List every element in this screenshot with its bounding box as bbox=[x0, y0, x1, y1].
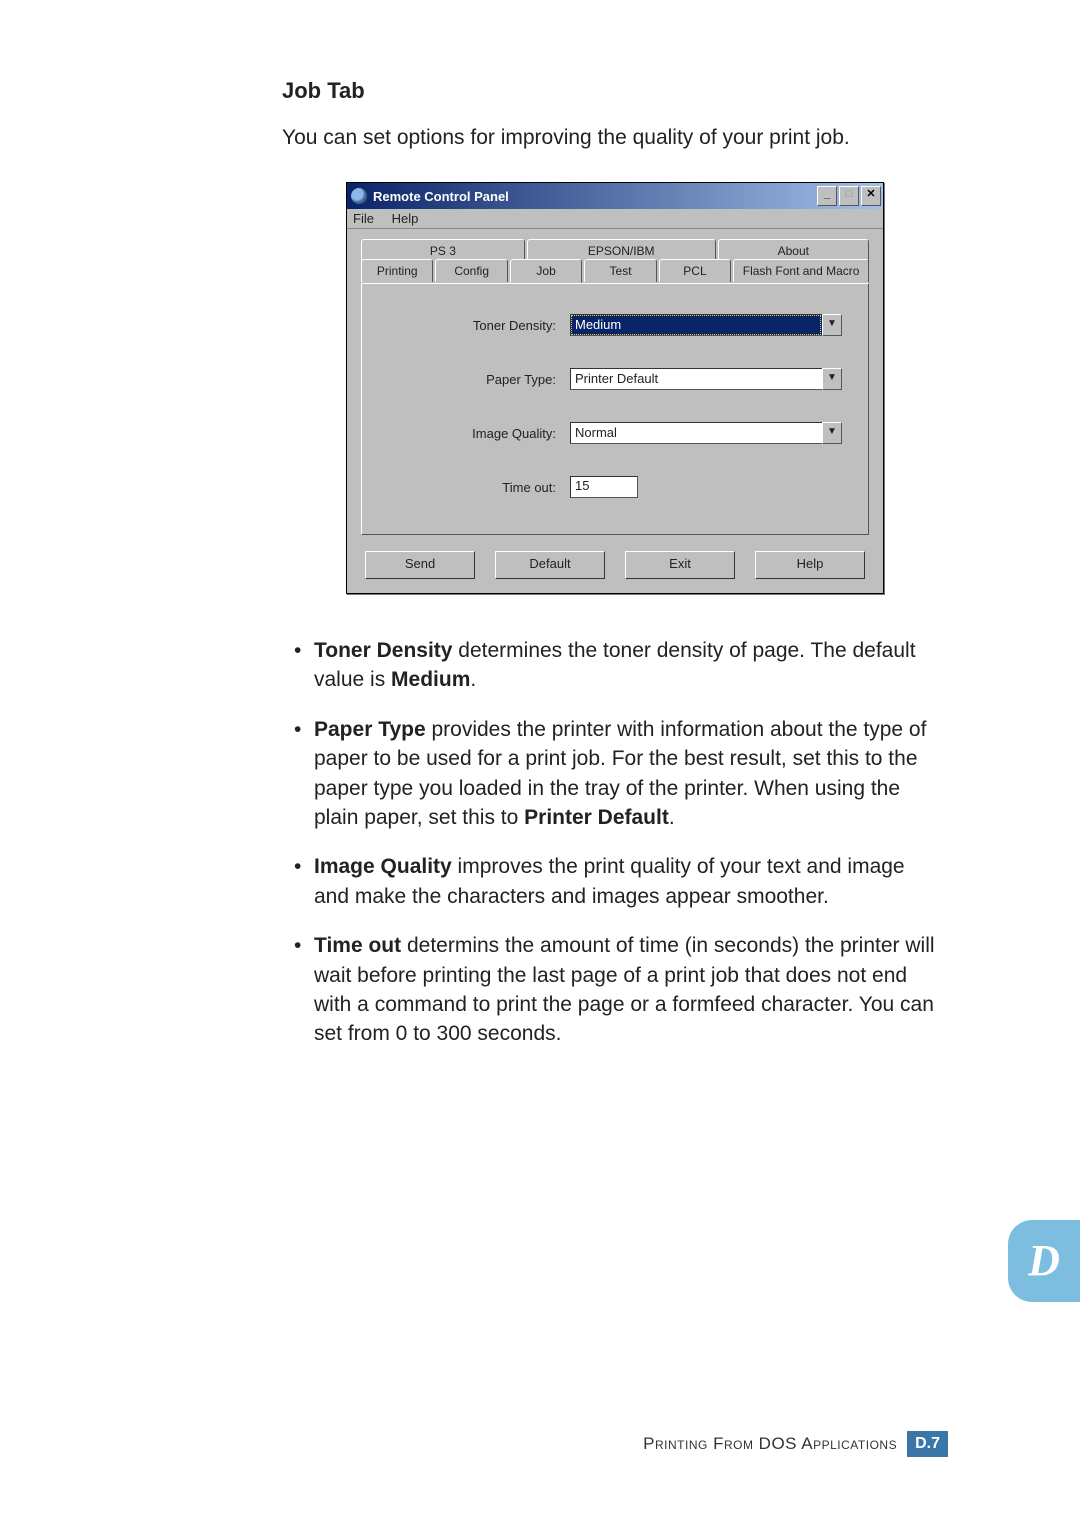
tab-pcl[interactable]: PCL bbox=[659, 259, 731, 282]
bullet-term: Medium bbox=[391, 668, 470, 691]
bullet-term: Time out bbox=[314, 934, 401, 957]
list-item: Paper Type provides the printer with inf… bbox=[300, 715, 942, 833]
default-button[interactable]: Default bbox=[495, 551, 605, 579]
bullet-term: Printer Default bbox=[524, 806, 669, 829]
bullet-list: Toner Density determines the toner densi… bbox=[282, 636, 942, 1049]
bullet-term: Paper Type bbox=[314, 718, 426, 741]
chevron-down-icon[interactable]: ▼ bbox=[822, 368, 842, 390]
bullet-text: . bbox=[470, 668, 476, 691]
tab-printing[interactable]: Printing bbox=[361, 259, 433, 282]
list-item: Image Quality improves the print quality… bbox=[300, 852, 942, 911]
image-quality-label: Image Quality: bbox=[388, 426, 570, 441]
image-quality-combo[interactable]: Normal ▼ bbox=[570, 422, 842, 444]
time-out-input[interactable]: 15 bbox=[570, 476, 638, 498]
send-button[interactable]: Send bbox=[365, 551, 475, 579]
minimize-button[interactable]: _ bbox=[817, 186, 837, 206]
toner-density-label: Toner Density: bbox=[388, 318, 570, 333]
paper-type-value: Printer Default bbox=[570, 368, 822, 390]
footer-text: Printing From DOS Applications bbox=[643, 1434, 897, 1454]
menu-bar: File Help bbox=[347, 209, 883, 229]
window-titlebar: Remote Control Panel _ □ ✕ bbox=[347, 183, 883, 209]
image-quality-value: Normal bbox=[570, 422, 822, 444]
intro-text: You can set options for improving the qu… bbox=[282, 126, 942, 150]
chevron-down-icon[interactable]: ▼ bbox=[822, 422, 842, 444]
tab-flash-font-macro[interactable]: Flash Font and Macro bbox=[733, 259, 869, 282]
bullet-text: determins the amount of time (in seconds… bbox=[314, 934, 935, 1045]
page-footer: Printing From DOS Applications D.7 bbox=[643, 1431, 948, 1457]
remote-control-panel-window: Remote Control Panel _ □ ✕ File Help PS … bbox=[346, 182, 884, 594]
bullet-term: Image Quality bbox=[314, 855, 452, 878]
tab-job[interactable]: Job bbox=[510, 259, 582, 283]
appendix-badge: D bbox=[1008, 1220, 1080, 1302]
tab-strip: PS 3 EPSON/IBM About Printing Config Job… bbox=[361, 239, 869, 283]
window-title: Remote Control Panel bbox=[373, 189, 815, 204]
chevron-down-icon[interactable]: ▼ bbox=[822, 314, 842, 336]
time-out-label: Time out: bbox=[388, 480, 570, 495]
page-number-box: D.7 bbox=[907, 1431, 948, 1457]
tab-test[interactable]: Test bbox=[584, 259, 656, 282]
section-heading: Job Tab bbox=[282, 78, 942, 104]
bullet-term: Toner Density bbox=[314, 639, 452, 662]
toner-density-combo[interactable]: Medium ▼ bbox=[570, 314, 842, 336]
list-item: Toner Density determines the toner densi… bbox=[300, 636, 942, 695]
toner-density-value: Medium bbox=[570, 314, 822, 336]
page-number: 7 bbox=[931, 1435, 940, 1452]
menu-help[interactable]: Help bbox=[392, 211, 419, 226]
help-button[interactable]: Help bbox=[755, 551, 865, 579]
job-tab-panel: Toner Density: Medium ▼ Paper Type: Prin… bbox=[361, 283, 869, 535]
bullet-text: . bbox=[669, 806, 675, 829]
exit-button[interactable]: Exit bbox=[625, 551, 735, 579]
app-icon bbox=[351, 188, 367, 204]
maximize-button: □ bbox=[839, 186, 859, 206]
close-button[interactable]: ✕ bbox=[861, 186, 881, 206]
menu-file[interactable]: File bbox=[353, 211, 374, 226]
list-item: Time out determins the amount of time (i… bbox=[300, 931, 942, 1049]
tab-config[interactable]: Config bbox=[435, 259, 507, 282]
paper-type-label: Paper Type: bbox=[388, 372, 570, 387]
page-letter: D. bbox=[915, 1435, 931, 1452]
paper-type-combo[interactable]: Printer Default ▼ bbox=[570, 368, 842, 390]
